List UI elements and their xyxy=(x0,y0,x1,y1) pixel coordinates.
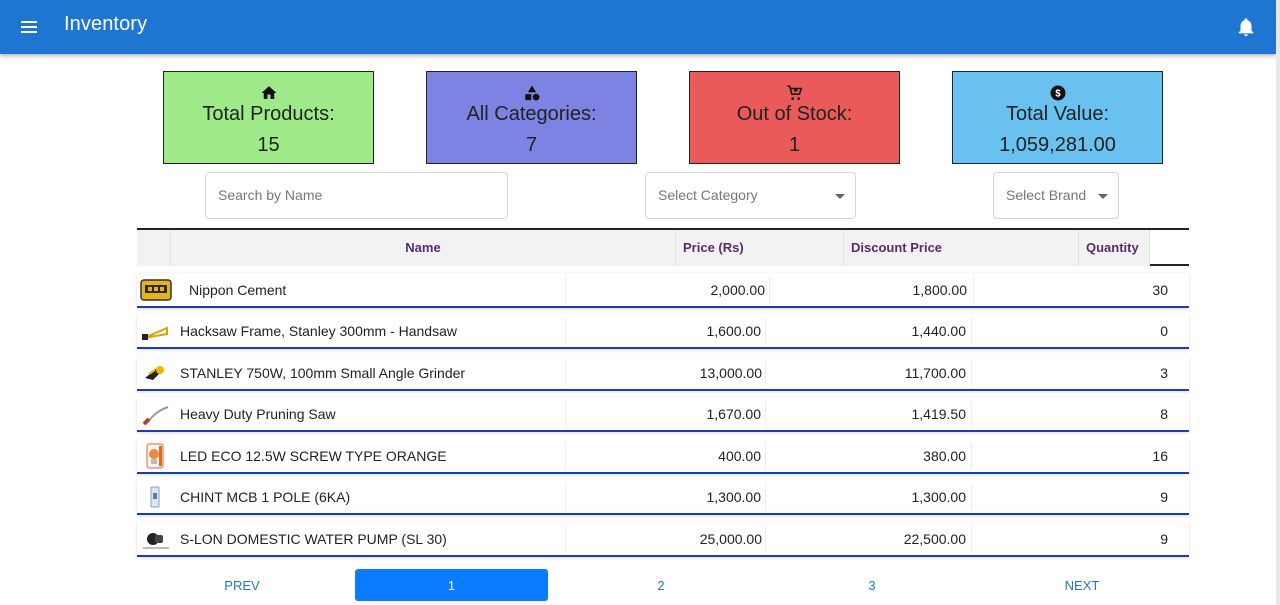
search-field[interactable] xyxy=(205,172,508,219)
product-price: 1,670.00 xyxy=(706,406,762,422)
app-bar: Inventory xyxy=(0,0,1276,54)
product-name: Hacksaw Frame, Stanley 300mm - Handsaw xyxy=(180,323,457,339)
cart-remove-icon xyxy=(690,84,899,102)
column-header-price[interactable]: Price (Rs) xyxy=(676,230,844,266)
product-name: S-LON DOMESTIC WATER PUMP (SL 30) xyxy=(180,531,447,547)
table-row[interactable]: CHINT MCB 1 POLE (6KA) 1,300.00 1,300.00… xyxy=(137,480,1189,515)
app-title: Inventory xyxy=(64,13,148,35)
page-button-3[interactable]: 3 xyxy=(767,569,977,601)
out-of-stock-card: Out of Stock: 1 xyxy=(689,71,900,164)
product-name: CHINT MCB 1 POLE (6KA) xyxy=(180,489,351,505)
svg-text:$: $ xyxy=(1055,88,1061,99)
product-quantity: 16 xyxy=(1152,448,1168,464)
menu-icon[interactable] xyxy=(18,17,40,37)
table-row[interactable]: Heavy Duty Pruning Saw 1,670.00 1,419.50… xyxy=(137,397,1189,432)
table-header: Name Price (Rs) Discount Price Quantity xyxy=(137,228,1189,266)
product-price: 1,600.00 xyxy=(706,323,762,339)
card-label: Out of Stock: xyxy=(736,103,853,125)
brand-select-placeholder: Select Brand xyxy=(1006,187,1087,203)
table-row[interactable]: Hacksaw Frame, Stanley 300mm - Handsaw 1… xyxy=(137,314,1189,349)
category-select-placeholder: Select Category xyxy=(658,187,758,203)
card-value: 1 xyxy=(788,134,801,156)
prev-page-button[interactable]: PREV xyxy=(137,569,347,601)
product-quantity: 3 xyxy=(1160,365,1168,381)
product-discount: 22,500.00 xyxy=(903,531,966,547)
table-row[interactable]: Nippon Cement 2,000.00 1,800.00 30 xyxy=(137,273,1189,308)
product-discount: 1,440.00 xyxy=(911,323,967,339)
column-header-image xyxy=(137,230,171,266)
product-name: Nippon Cement xyxy=(189,282,287,298)
page-button-1[interactable]: 1 xyxy=(355,569,548,601)
product-price: 400.00 xyxy=(718,448,761,464)
table-row[interactable]: S-LON DOMESTIC WATER PUMP (SL 30) 25,000… xyxy=(137,522,1189,557)
total-value-card: $ Total Value: 1,059,281.00 xyxy=(952,71,1163,164)
product-quantity: 0 xyxy=(1160,323,1168,339)
product-quantity: 30 xyxy=(1152,282,1168,298)
product-quantity: 9 xyxy=(1160,531,1168,547)
product-name: LED ECO 12.5W SCREW TYPE ORANGE xyxy=(180,448,447,464)
card-value: 7 xyxy=(525,134,538,156)
led-bulb-thumb xyxy=(139,443,173,469)
next-page-button[interactable]: NEXT xyxy=(977,569,1187,601)
mcb-thumb xyxy=(139,484,173,510)
card-label: All Categories: xyxy=(466,103,597,125)
table-row[interactable]: STANLEY 750W, 100mm Small Angle Grinder … xyxy=(137,356,1189,391)
brand-select[interactable]: Select Brand xyxy=(993,172,1119,219)
product-discount: 380.00 xyxy=(923,448,966,464)
product-name: STANLEY 750W, 100mm Small Angle Grinder xyxy=(180,365,466,381)
card-label: Total Value: xyxy=(1005,103,1110,125)
home-icon xyxy=(164,84,373,102)
column-header-quantity[interactable]: Quantity xyxy=(1079,230,1150,266)
angle-grinder-thumb xyxy=(139,360,173,386)
total-products-card: Total Products: 15 xyxy=(163,71,374,164)
column-header-discount[interactable]: Discount Price xyxy=(844,230,1079,266)
dollar-coin-icon: $ xyxy=(953,84,1162,102)
product-discount: 11,700.00 xyxy=(904,365,966,381)
product-price: 1,300.00 xyxy=(706,489,762,505)
cement-bag-thumb xyxy=(139,277,173,303)
hacksaw-thumb xyxy=(139,318,173,344)
chevron-down-icon xyxy=(835,194,845,199)
product-price: 13,000.00 xyxy=(699,365,762,381)
product-price: 25,000.00 xyxy=(699,531,762,547)
category-select[interactable]: Select Category xyxy=(645,172,856,219)
product-price: 2,000.00 xyxy=(710,282,766,298)
product-discount: 1,419.50 xyxy=(911,406,967,422)
product-quantity: 8 xyxy=(1160,406,1168,422)
card-value: 1,059,281.00 xyxy=(999,134,1116,156)
all-categories-card: All Categories: 7 xyxy=(426,71,637,164)
water-pump-thumb xyxy=(139,526,173,552)
shapes-icon xyxy=(427,84,636,102)
product-name: Heavy Duty Pruning Saw xyxy=(180,406,336,422)
chevron-down-icon xyxy=(1098,194,1108,199)
pruning-saw-thumb xyxy=(139,401,173,427)
bell-icon[interactable] xyxy=(1235,16,1257,38)
table-row[interactable]: LED ECO 12.5W SCREW TYPE ORANGE 400.00 3… xyxy=(137,439,1189,474)
card-label: Total Products: xyxy=(202,103,335,125)
search-input[interactable] xyxy=(218,187,495,203)
scrollbar-track[interactable] xyxy=(1276,0,1280,605)
product-discount: 1,300.00 xyxy=(911,489,967,505)
page-button-2[interactable]: 2 xyxy=(556,569,766,601)
card-value: 15 xyxy=(257,134,280,156)
product-quantity: 9 xyxy=(1160,489,1168,505)
column-header-name[interactable]: Name xyxy=(171,230,676,266)
product-discount: 1,800.00 xyxy=(912,282,968,298)
